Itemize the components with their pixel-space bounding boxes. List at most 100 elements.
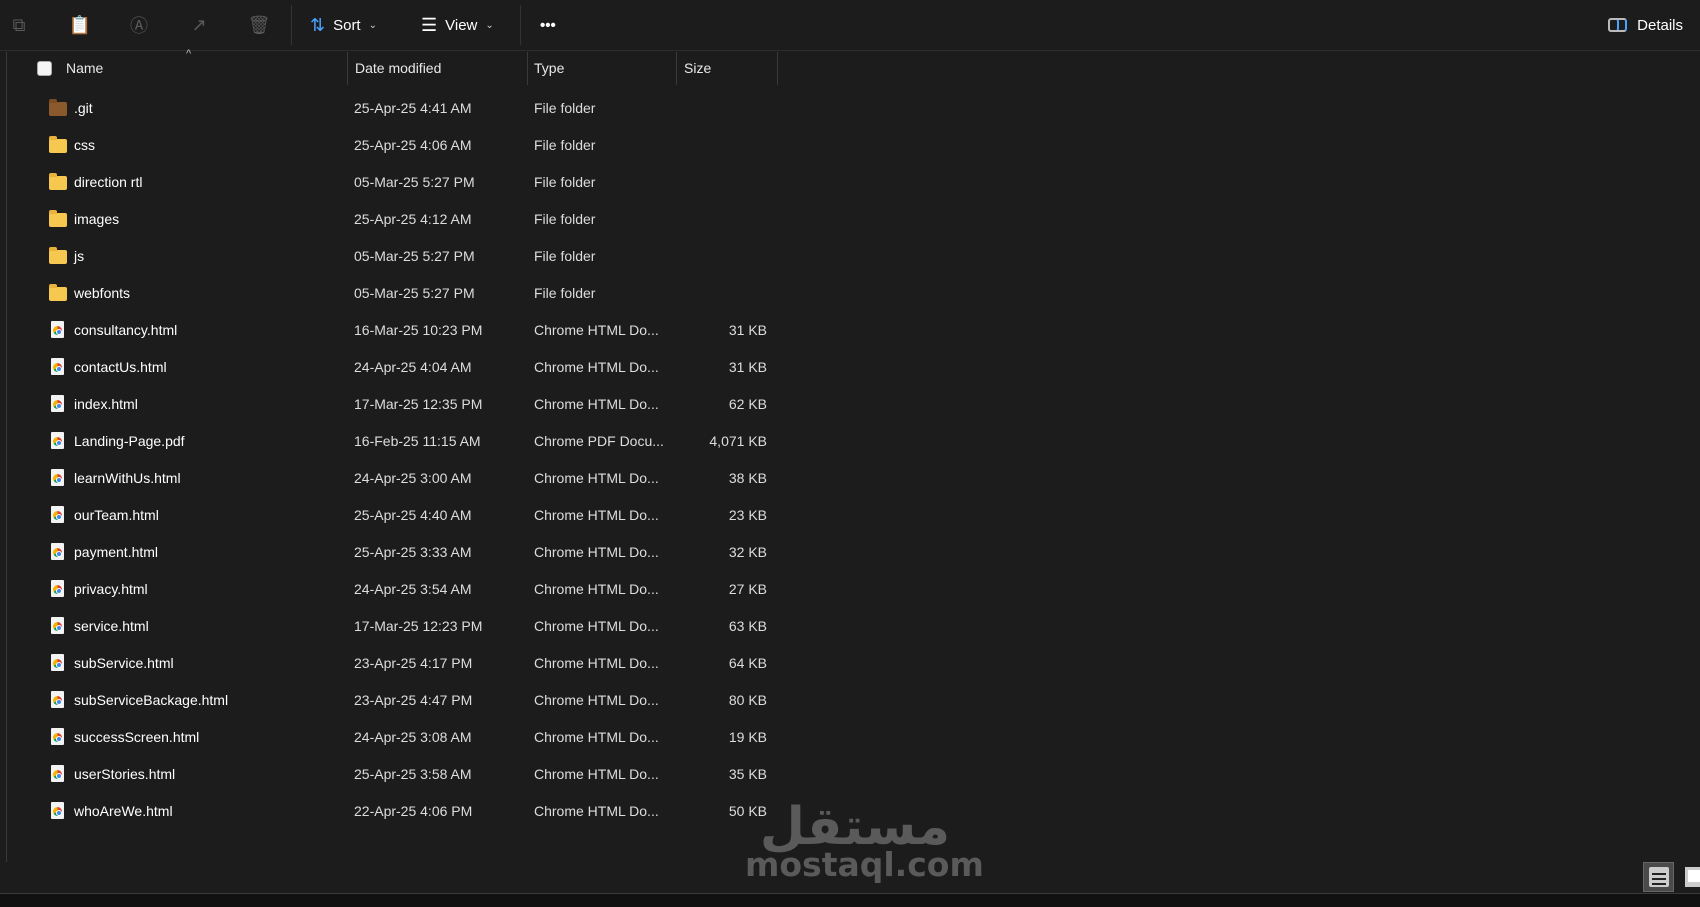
file-row[interactable]: ourTeam.html 25-Apr-25 4:40 AM Chrome HTML… (40, 497, 780, 533)
chevron-down-icon: ⌄ (485, 19, 494, 31)
file-date-modified: 25-Apr-25 4:41 AM (354, 100, 472, 116)
details-button[interactable]: Details (1608, 10, 1683, 40)
file-type: Chrome PDF Docu... (534, 433, 664, 449)
file-row[interactable]: successScreen.html 24-Apr-25 3:08 AM Chrom… (40, 719, 780, 755)
file-row[interactable]: webfonts 05-Mar-25 5:27 PM File folder (40, 275, 780, 311)
column-header-name[interactable]: Name (66, 52, 103, 85)
file-name: learnWithUs.html (74, 470, 181, 486)
large-icons-view-button[interactable] (1679, 862, 1700, 892)
file-row[interactable]: index.html 17-Mar-25 12:35 PM Chrome HTML … (40, 386, 780, 422)
file-row[interactable]: whoAreWe.html 22-Apr-25 4:06 PM Chrome HTM… (40, 793, 780, 829)
column-resize-handle[interactable] (777, 52, 778, 85)
file-row[interactable]: contactUs.html 24-Apr-25 4:04 AM Chrome HT… (40, 349, 780, 385)
rename-icon[interactable]: Ⓐ (126, 12, 152, 38)
file-row[interactable]: subServiceBackage.html 23-Apr-25 4:47 PM C… (40, 682, 780, 718)
file-row[interactable]: images 25-Apr-25 4:12 AM File folder (40, 201, 780, 237)
column-resize-handle[interactable] (527, 52, 528, 85)
file-type: Chrome HTML Do... (534, 359, 659, 375)
file-date-modified: 24-Apr-25 4:04 AM (354, 359, 472, 375)
sort-button[interactable]: ⇅ Sort ⌄ (310, 10, 377, 40)
file-size: 4,071 KB (709, 433, 767, 449)
file-name: ourTeam.html (74, 507, 159, 523)
file-row[interactable]: privacy.html 24-Apr-25 3:54 AM Chrome HTML… (40, 571, 780, 607)
file-date-modified: 24-Apr-25 3:54 AM (354, 581, 472, 597)
file-size: 31 KB (728, 359, 767, 375)
file-type: Chrome HTML Do... (534, 544, 659, 560)
file-row[interactable]: subService.html 23-Apr-25 4:17 PM Chrome H… (40, 645, 780, 681)
thumbnail-view-icon (1684, 867, 1700, 887)
column-header-date[interactable]: Date modified (355, 52, 441, 85)
file-date-modified: 16-Feb-25 11:15 AM (354, 433, 481, 449)
file-row[interactable]: userStories.html 25-Apr-25 3:58 AM Chrome … (40, 756, 780, 792)
file-date-modified: 05-Mar-25 5:27 PM (354, 285, 475, 301)
more-options-button[interactable]: ••• (540, 10, 556, 40)
column-resize-handle[interactable] (347, 52, 348, 85)
delete-icon[interactable]: 🗑 (246, 12, 272, 38)
file-name: images (74, 211, 120, 227)
file-type: Chrome HTML Do... (534, 803, 659, 819)
file-row[interactable]: payment.html 25-Apr-25 3:33 AM Chrome HTML… (40, 534, 780, 570)
file-name: consultancy.html (74, 322, 178, 338)
file-size: 63 KB (728, 618, 767, 634)
view-icon: ☰ (421, 14, 438, 35)
file-name: successScreen.html (74, 729, 200, 745)
file-date-modified: 25-Apr-25 3:58 AM (354, 766, 472, 782)
file-name: contactUs.html (74, 359, 167, 375)
column-header-size[interactable]: Size (684, 52, 711, 85)
file-row[interactable]: direction rtl 05-Mar-25 5:27 PM File folde… (40, 164, 780, 200)
file-size: 31 KB (728, 322, 767, 338)
details-label: Details (1637, 16, 1683, 34)
file-type: Chrome HTML Do... (534, 655, 659, 671)
folder-icon (49, 247, 67, 264)
file-date-modified: 17-Mar-25 12:23 PM (354, 618, 483, 634)
column-header-type[interactable]: Type (534, 52, 564, 85)
file-size: 64 KB (728, 655, 767, 671)
file-name: subService.html (74, 655, 174, 671)
file-row[interactable]: css 25-Apr-25 4:06 AM File folder (40, 127, 780, 163)
file-name: whoAreWe.html (74, 803, 173, 819)
folder-icon (49, 136, 67, 153)
copy-icon[interactable]: ⧉ (6, 12, 32, 38)
file-row[interactable]: learnWithUs.html 24-Apr-25 3:00 AM Chrome … (40, 460, 780, 496)
file-name: Landing-Page.pdf (74, 433, 185, 449)
file-name: subServiceBackage.html (74, 692, 229, 708)
status-bar (0, 893, 1700, 907)
file-date-modified: 24-Apr-25 3:00 AM (354, 470, 472, 486)
chrome-file-icon (49, 580, 67, 597)
file-row[interactable]: .git 25-Apr-25 4:41 AM File folder (40, 90, 780, 126)
file-type: File folder (534, 248, 596, 264)
column-resize-handle[interactable] (676, 52, 677, 85)
file-size: 32 KB (728, 544, 767, 560)
file-name: index.html (74, 396, 138, 412)
file-type: Chrome HTML Do... (534, 581, 659, 597)
folder-icon (49, 210, 67, 227)
file-row[interactable]: js 05-Mar-25 5:27 PM File folder (40, 238, 780, 274)
pane-border (6, 52, 7, 862)
file-type: Chrome HTML Do... (534, 692, 659, 708)
file-row[interactable]: consultancy.html 16-Mar-25 10:23 PM Chrome… (40, 312, 780, 348)
file-type: Chrome HTML Do... (534, 766, 659, 782)
file-date-modified: 25-Apr-25 3:33 AM (354, 544, 472, 560)
file-name: direction rtl (74, 174, 143, 190)
chrome-file-icon (49, 691, 67, 708)
select-all-checkbox[interactable] (37, 61, 52, 76)
file-type: Chrome HTML Do... (534, 322, 659, 338)
sort-ascending-icon: ^ (186, 48, 192, 60)
view-button[interactable]: ☰ View ⌄ (421, 10, 494, 40)
share-icon[interactable]: ↗ (186, 12, 212, 38)
details-view-button[interactable] (1643, 862, 1674, 892)
file-size: 19 KB (728, 729, 767, 745)
file-row[interactable]: service.html 17-Mar-25 12:23 PM Chrome HTM… (40, 608, 780, 644)
file-type: File folder (534, 100, 596, 116)
file-row[interactable]: Landing-Page.pdf 16-Feb-25 11:15 AM Chrome… (40, 423, 780, 459)
file-date-modified: 25-Apr-25 4:40 AM (354, 507, 472, 523)
paste-icon[interactable]: 📋 (67, 12, 93, 38)
file-size: 38 KB (728, 470, 767, 486)
file-type: Chrome HTML Do... (534, 396, 659, 412)
watermark-latin: mostaql.com (745, 845, 984, 884)
chrome-file-icon (49, 321, 67, 338)
file-date-modified: 16-Mar-25 10:23 PM (354, 322, 483, 338)
column-header-row: ^ Name Date modified Type Size (0, 48, 1700, 85)
chrome-file-icon (49, 654, 67, 671)
file-name: webfonts (74, 285, 131, 301)
